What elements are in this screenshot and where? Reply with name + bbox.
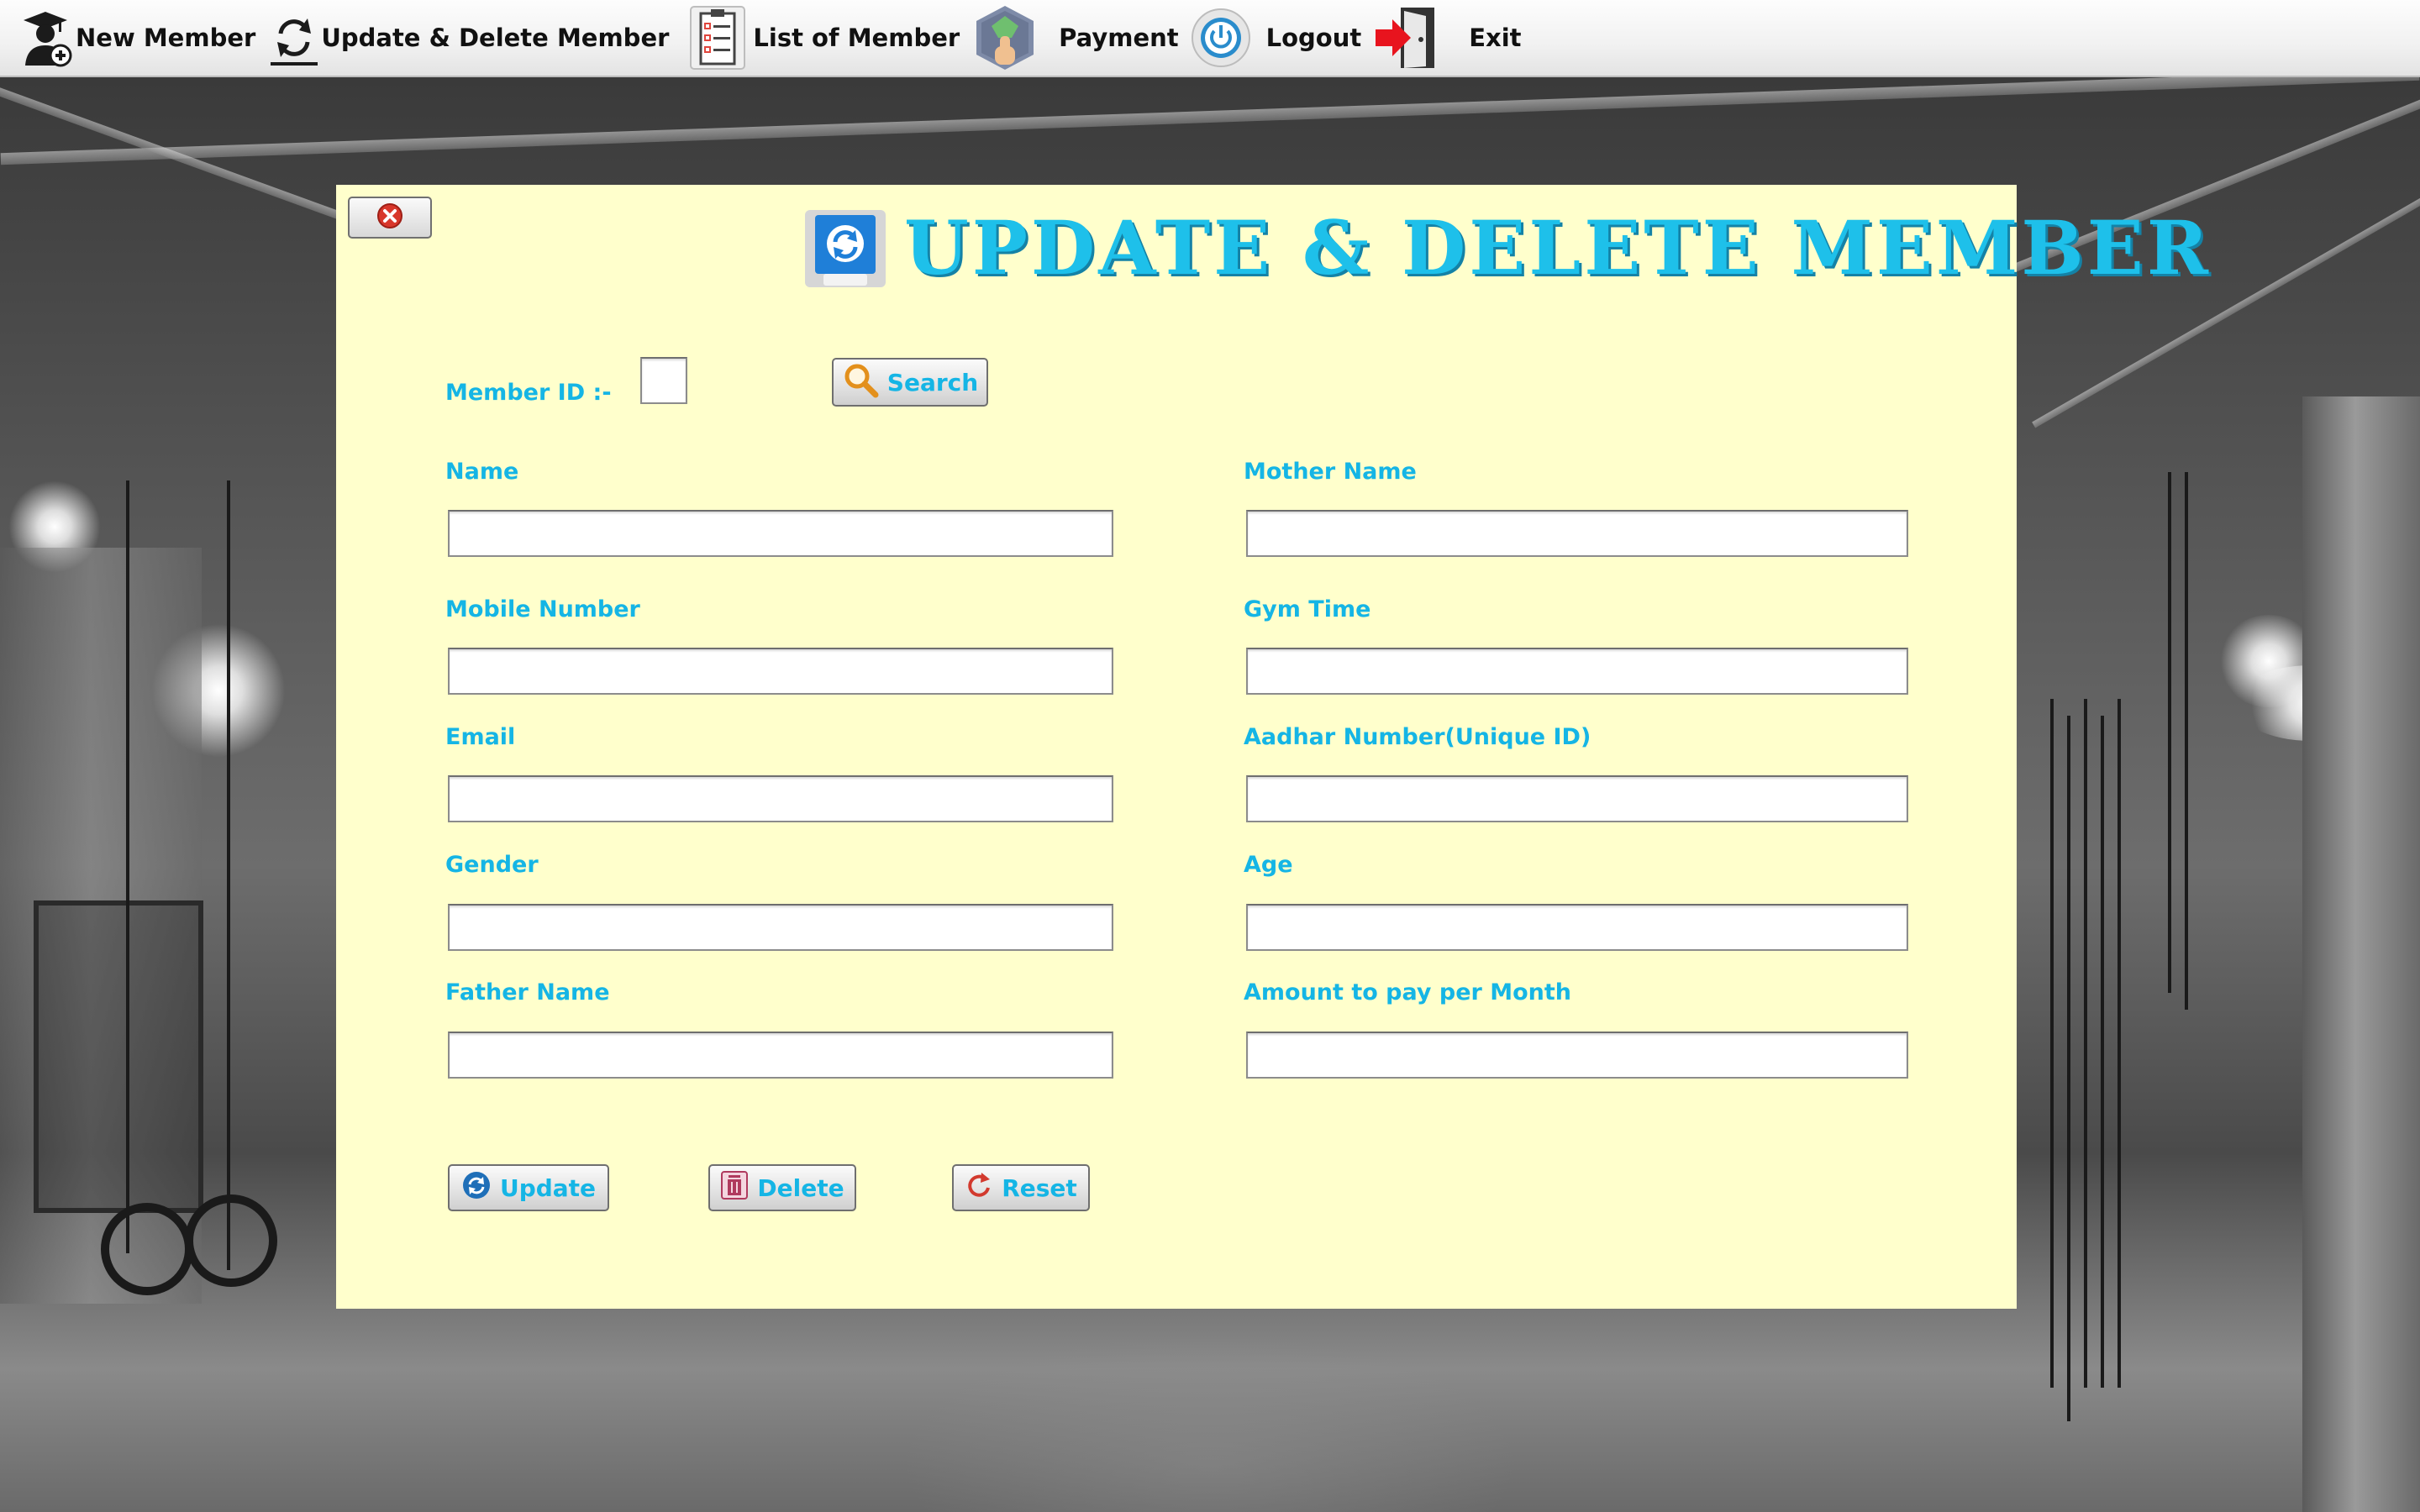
age-label: Age <box>1244 852 1293 878</box>
gym-time-input[interactable] <box>1246 648 1908 695</box>
search-button-label: Search <box>886 368 979 396</box>
main-toolbar: New Member Update & Delete Member List o… <box>0 0 2420 77</box>
mother-name-input[interactable] <box>1246 510 1908 557</box>
toolbar-list-of-member[interactable]: List of Member <box>682 0 960 76</box>
amount-per-month-label: Amount to pay per Month <box>1244 979 1572 1005</box>
toolbar-logout[interactable]: Logout <box>1187 0 1362 76</box>
trash-icon <box>720 1170 749 1206</box>
gender-label: Gender <box>445 852 539 878</box>
close-icon <box>376 202 403 234</box>
toolbar-label: Logout <box>1265 24 1362 52</box>
mother-name-label: Mother Name <box>1244 459 1417 485</box>
payment-icon <box>970 4 1040 71</box>
search-button[interactable]: Search <box>832 358 988 407</box>
toolbar-label: Exit <box>1469 24 1522 52</box>
aadhar-number-input[interactable] <box>1246 775 1908 822</box>
name-input[interactable] <box>448 510 1113 557</box>
toolbar-label: List of Member <box>753 24 960 52</box>
update-delete-member-panel: UPDATE & DELETE MEMBER Member ID :- Sear… <box>336 185 2212 1309</box>
toolbar-label: Payment <box>1059 24 1179 52</box>
reset-icon <box>965 1171 993 1205</box>
member-id-input[interactable] <box>640 357 687 404</box>
member-id-label: Member ID :- <box>445 380 612 406</box>
amount-per-month-input[interactable] <box>1246 1032 1908 1079</box>
exit-door-icon <box>1373 4 1440 71</box>
toolbar-label: New Member <box>76 24 256 52</box>
mobile-number-label: Mobile Number <box>445 596 640 622</box>
update-member-icon <box>800 207 891 291</box>
gym-time-label: Gym Time <box>1244 596 1371 622</box>
update-icon <box>461 1170 492 1206</box>
toolbar-new-member[interactable]: New Member <box>15 0 255 76</box>
delete-button-label: Delete <box>757 1173 844 1202</box>
toolbar-label: Update & Delete Member <box>321 24 670 52</box>
aadhar-number-label: Aadhar Number(Unique ID) <box>1244 724 1591 750</box>
email-label: Email <box>445 724 516 750</box>
toolbar-update-delete-member[interactable]: Update & Delete Member <box>267 0 669 76</box>
email-input[interactable] <box>448 775 1113 822</box>
mobile-number-input[interactable] <box>448 648 1113 695</box>
reset-button-label: Reset <box>1002 1173 1077 1202</box>
clipboard-list-icon <box>682 4 753 71</box>
reset-button[interactable]: Reset <box>952 1164 1090 1211</box>
name-label: Name <box>445 459 519 485</box>
father-name-label: Father Name <box>445 979 610 1005</box>
update-button[interactable]: Update <box>448 1164 609 1211</box>
refresh-icon <box>267 4 321 71</box>
page-title: UPDATE & DELETE MEMBER <box>904 204 2212 291</box>
add-member-icon <box>15 4 76 71</box>
toolbar-payment[interactable]: Payment <box>970 0 1179 76</box>
power-icon <box>1187 4 1255 71</box>
close-button[interactable] <box>348 197 432 239</box>
toolbar-exit[interactable]: Exit <box>1373 0 1522 76</box>
delete-button[interactable]: Delete <box>708 1164 856 1211</box>
search-icon <box>842 361 879 404</box>
father-name-input[interactable] <box>448 1032 1113 1079</box>
gender-input[interactable] <box>448 904 1113 951</box>
age-input[interactable] <box>1246 904 1908 951</box>
update-button-label: Update <box>499 1173 597 1202</box>
